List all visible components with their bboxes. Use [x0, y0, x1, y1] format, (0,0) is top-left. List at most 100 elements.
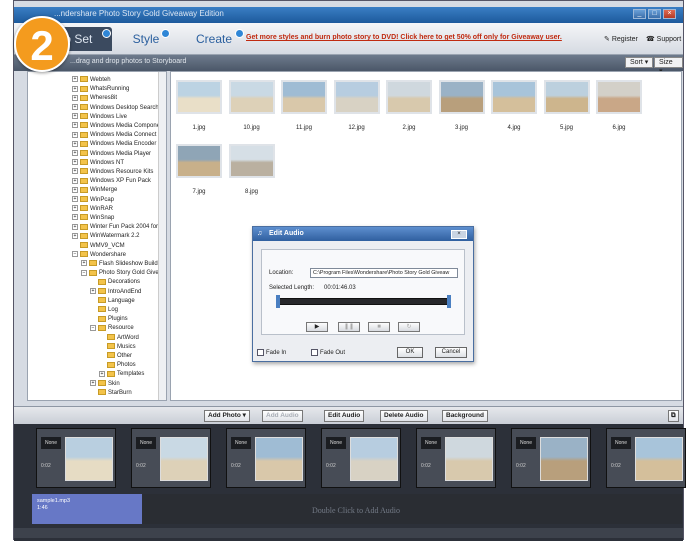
photo-thumbnail[interactable]: [176, 144, 222, 178]
location-field[interactable]: C:\Program Files\Wondershare\Photo Story…: [310, 268, 458, 278]
loop-button[interactable]: ↻: [398, 322, 420, 332]
photo-thumbnail[interactable]: [228, 80, 275, 114]
frame-photo[interactable]: [65, 437, 113, 481]
fade-out-checkbox[interactable]: [311, 349, 318, 356]
transition-box[interactable]: None: [516, 437, 536, 449]
tree-expander-icon[interactable]: −: [90, 324, 96, 331]
storyboard-scrollbar[interactable]: [14, 528, 683, 538]
photo-thumbnail[interactable]: [176, 80, 222, 114]
add-audio-hint[interactable]: Double Click to Add Audio: [312, 506, 400, 515]
trim-end-handle[interactable]: [447, 295, 451, 308]
tree-item[interactable]: + WinPcap: [72, 196, 114, 204]
tree-item[interactable]: WMV9_VCM: [72, 242, 125, 250]
tree-item[interactable]: Photos: [99, 361, 136, 369]
tree-expander-icon[interactable]: +: [72, 168, 78, 175]
folder-tree[interactable]: + Webteh + WhatsRunning + Wheres8it + Windows D…: [27, 71, 167, 401]
tree-item[interactable]: + Windows Live: [72, 113, 127, 121]
tree-item[interactable]: + WhatsRunning: [72, 85, 129, 93]
edit-audio-button[interactable]: Edit Audio: [324, 410, 365, 422]
tree-item[interactable]: + Windows Media Player: [72, 150, 151, 158]
photo-thumbnail[interactable]: [386, 80, 432, 114]
tree-expander-icon[interactable]: +: [72, 177, 78, 184]
minimize-button[interactable]: _: [633, 9, 646, 19]
support-link[interactable]: ☎ Support: [646, 35, 681, 43]
photo-thumbnail[interactable]: [438, 80, 485, 114]
tree-expander-icon[interactable]: +: [90, 380, 96, 387]
photo-thumbnail[interactable]: [333, 80, 380, 114]
storyboard-frame[interactable]: None 0:02: [131, 428, 211, 488]
tree-expander-icon[interactable]: +: [81, 260, 87, 267]
storyboard-frame[interactable]: None 0:02: [226, 428, 306, 488]
tree-item[interactable]: + Templates: [99, 370, 144, 378]
tree-expander-icon[interactable]: +: [99, 370, 105, 377]
tree-item[interactable]: + Winter Fun Pack 2004 for: [72, 223, 158, 231]
tree-expander-icon[interactable]: +: [72, 150, 78, 157]
tree-expander-icon[interactable]: +: [72, 85, 78, 92]
tree-item[interactable]: + Skin: [90, 380, 120, 388]
sort-button[interactable]: Sort ▾: [625, 57, 654, 68]
fade-in-option[interactable]: Fade In: [257, 349, 286, 356]
tree-item[interactable]: StarBurn: [90, 389, 132, 397]
photo-thumbnail[interactable]: [596, 80, 642, 114]
tree-item[interactable]: + Flash Slideshow Build: [81, 260, 158, 268]
audio-clip[interactable]: sample1.mp3 1:46: [32, 494, 142, 524]
tree-expander-icon[interactable]: +: [72, 113, 78, 120]
transition-box[interactable]: None: [421, 437, 441, 449]
transition-box[interactable]: None: [136, 437, 156, 449]
storyboard-frame[interactable]: None 0:02: [606, 428, 686, 488]
tree-item[interactable]: + WinRAR: [72, 205, 113, 213]
tree-scrollbar[interactable]: [158, 72, 166, 400]
audio-waveform[interactable]: [279, 298, 449, 305]
frame-photo[interactable]: [540, 437, 588, 481]
tree-item[interactable]: − Resource: [90, 324, 134, 332]
tree-expander-icon[interactable]: +: [90, 288, 96, 295]
dialog-close-button[interactable]: ×: [451, 230, 467, 239]
tree-expander-icon[interactable]: −: [81, 269, 87, 276]
stop-button[interactable]: ■: [368, 322, 390, 332]
size-button[interactable]: Size ▾: [654, 57, 683, 75]
transition-box[interactable]: None: [326, 437, 346, 449]
tree-expander-icon[interactable]: +: [72, 223, 78, 230]
photo-thumbnail[interactable]: [281, 80, 327, 114]
tree-item[interactable]: + Windows Desktop Search: [72, 104, 159, 112]
tree-item[interactable]: Decorations: [90, 278, 140, 286]
add-audio-button[interactable]: Add Audio: [262, 410, 303, 422]
fade-out-option[interactable]: Fade Out: [311, 349, 345, 356]
tree-item[interactable]: + Windows Resource Kits: [72, 168, 153, 176]
tree-expander-icon[interactable]: +: [72, 104, 78, 111]
audio-track[interactable]: sample1.mp3 1:46 Double Click to Add Aud…: [32, 494, 682, 524]
frame-photo[interactable]: [350, 437, 398, 481]
expand-icon[interactable]: ⧉: [668, 410, 679, 422]
add-photo-button[interactable]: Add Photo ▾: [204, 410, 250, 422]
tree-expander-icon[interactable]: +: [72, 76, 78, 83]
storyboard-frame[interactable]: None 0:02: [36, 428, 116, 488]
tree-item[interactable]: + Webteh: [72, 76, 111, 84]
tree-item[interactable]: + WinSnap: [72, 214, 114, 222]
tree-item[interactable]: Other: [99, 352, 132, 360]
tree-item[interactable]: + WinMerge: [72, 186, 117, 194]
maximize-button[interactable]: □: [648, 9, 661, 19]
tree-item[interactable]: + Windows XP Fun Pack: [72, 177, 151, 185]
play-button[interactable]: ▶: [306, 322, 328, 332]
tree-expander-icon[interactable]: +: [72, 131, 78, 138]
tree-item[interactable]: + Windows NT: [72, 159, 124, 167]
tree-item[interactable]: + WinWatermark 2.2: [72, 232, 139, 240]
tree-item[interactable]: Plugins: [90, 315, 128, 323]
tree-expander-icon[interactable]: −: [72, 251, 78, 258]
tree-item[interactable]: Musics: [99, 343, 136, 351]
tree-item[interactable]: ArtWord: [99, 334, 139, 342]
ok-button[interactable]: OK: [397, 347, 423, 358]
tree-expander-icon[interactable]: +: [72, 122, 78, 129]
frame-photo[interactable]: [635, 437, 683, 481]
tree-item[interactable]: + Wheres8it: [72, 94, 117, 102]
promo-link[interactable]: Get more styles and burn photo story to …: [246, 34, 562, 41]
tree-item[interactable]: + Windows Media Compone: [72, 122, 160, 130]
tree-expander-icon[interactable]: +: [72, 186, 78, 193]
tree-item[interactable]: Language: [90, 297, 135, 305]
photo-thumbnail[interactable]: [228, 144, 275, 178]
cancel-button[interactable]: Cancel: [435, 347, 467, 358]
storyboard-frame[interactable]: None 0:02: [321, 428, 401, 488]
fade-in-checkbox[interactable]: [257, 349, 264, 356]
pause-button[interactable]: ❚❚: [338, 322, 360, 332]
frame-photo[interactable]: [160, 437, 208, 481]
